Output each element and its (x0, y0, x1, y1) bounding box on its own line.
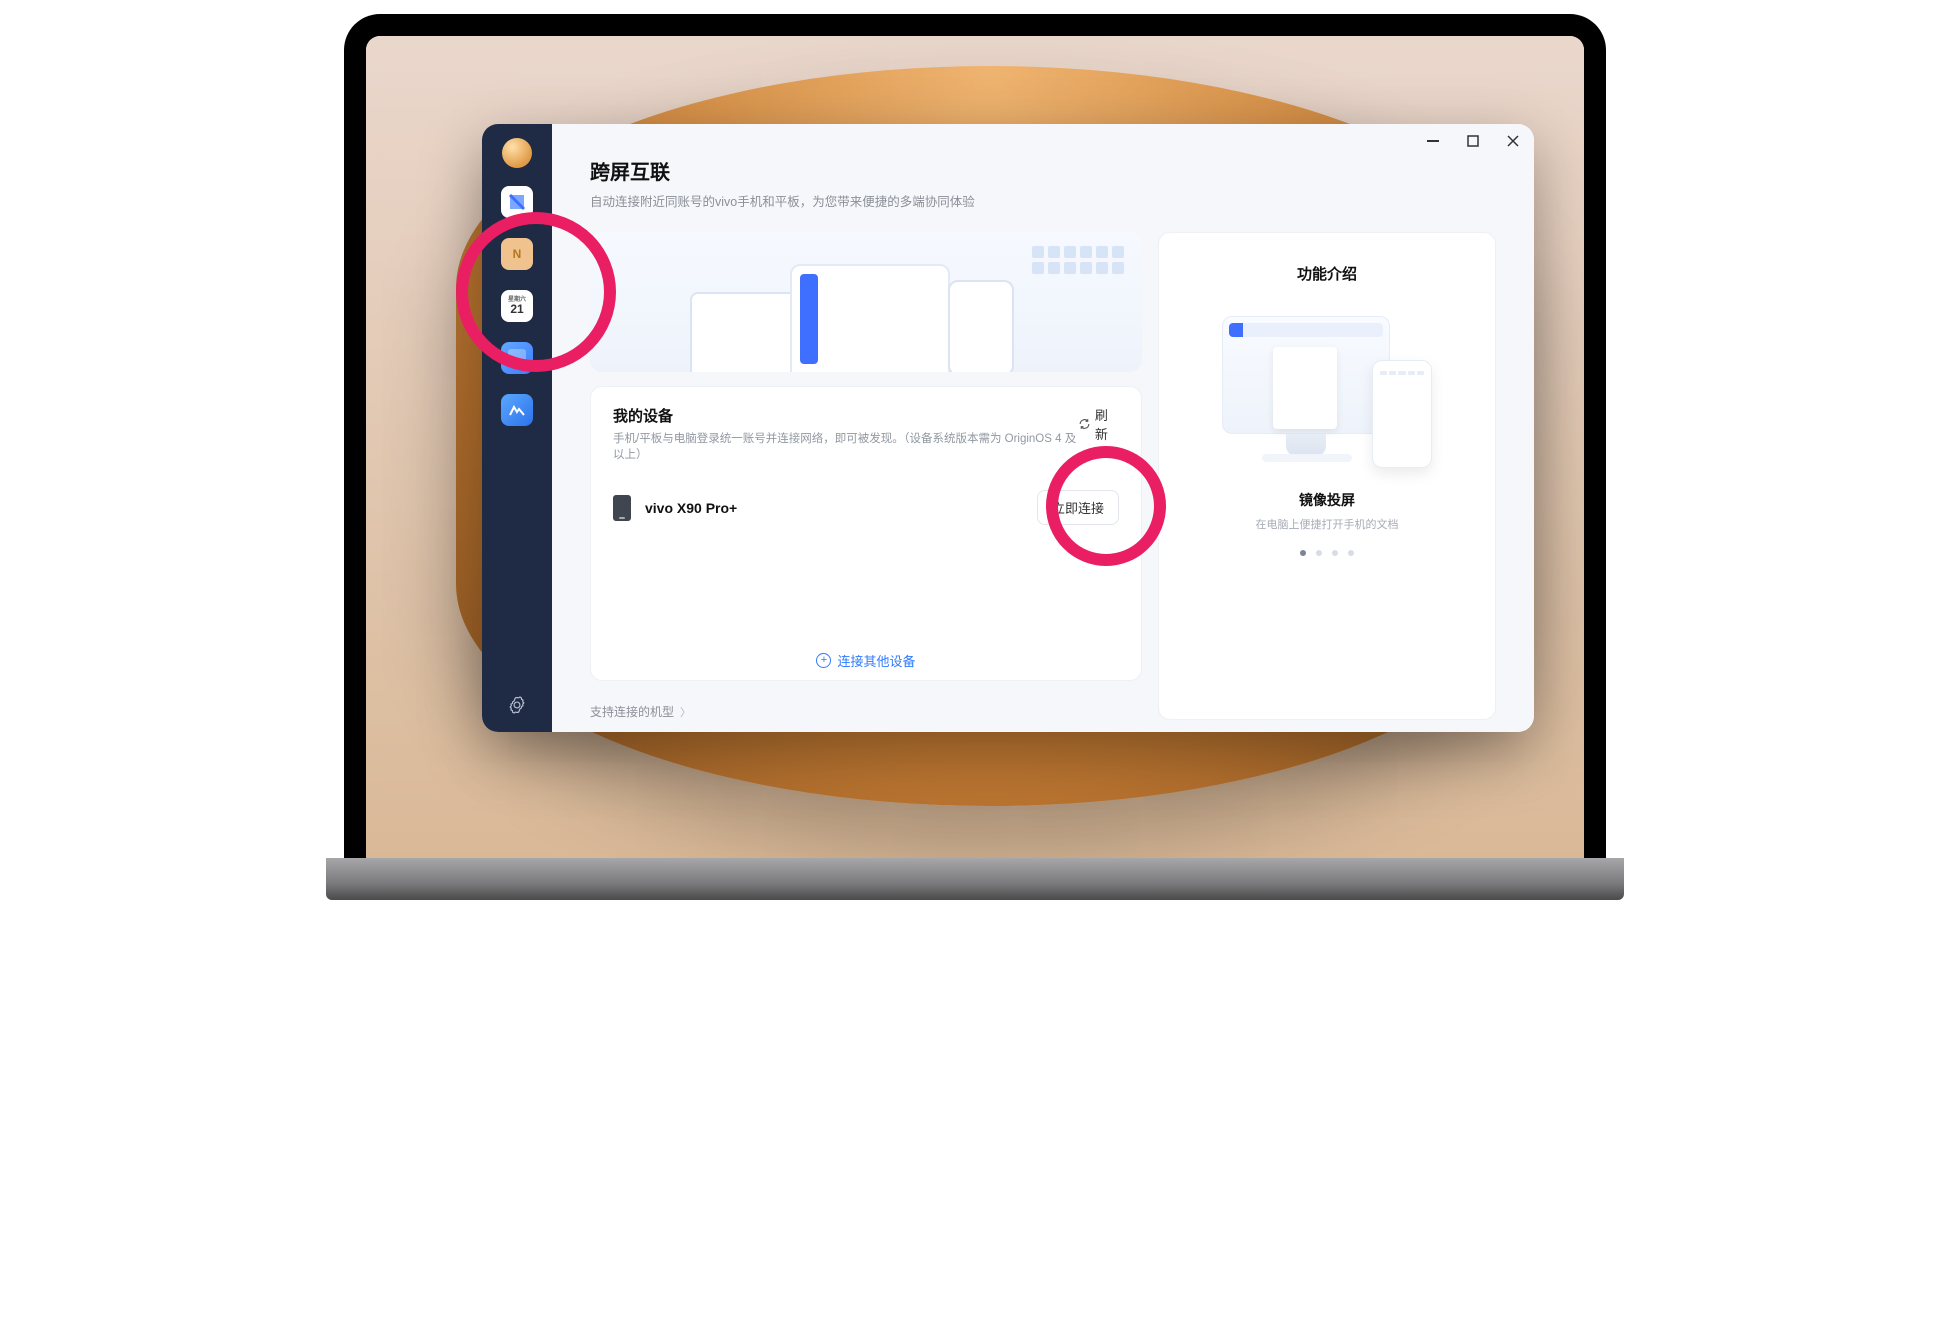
office-icon (508, 401, 526, 419)
hero-illustration (590, 232, 1142, 372)
gear-icon (507, 695, 527, 715)
dot-2[interactable] (1332, 550, 1338, 556)
feature-illustration (1222, 310, 1432, 480)
main-area: 跨屏互联 自动连接附近同账号的vivo手机和平板，为您带来便捷的多端协同体验 (552, 124, 1534, 732)
chevron-right-icon: 〉 (680, 704, 691, 720)
settings-button[interactable] (507, 695, 527, 720)
connect-button[interactable]: 立即连接 (1037, 490, 1119, 525)
supported-models-link[interactable]: 支持连接的机型 〉 (590, 703, 1142, 720)
device-row: vivo X90 Pro+ 立即连接 (613, 490, 1119, 525)
phone-icon (613, 495, 631, 521)
minimize-icon (1427, 135, 1439, 147)
maximize-button[interactable] (1466, 134, 1480, 148)
feature-subtitle: 在电脑上便捷打开手机的文档 (1256, 516, 1399, 532)
sidebar-item-cross-screen[interactable] (501, 186, 533, 218)
devices-subtitle: 手机/平板与电脑登录统一账号并连接网络，即可被发现。（设备系统版本需为 Orig… (613, 430, 1078, 462)
cross-screen-icon (507, 192, 527, 212)
dot-3[interactable] (1348, 550, 1354, 556)
page-title: 跨屏互联 (590, 156, 1496, 185)
carousel-dots[interactable] (1300, 550, 1354, 556)
sidebar-item-gallery[interactable] (501, 342, 533, 374)
feature-title: 镜像投屏 (1299, 490, 1355, 510)
dot-1[interactable] (1316, 550, 1322, 556)
page-subtitle: 自动连接附近同账号的vivo手机和平板，为您带来便捷的多端协同体验 (590, 191, 1496, 210)
maximize-icon (1467, 135, 1479, 147)
avatar[interactable] (502, 138, 532, 168)
supported-models-label: 支持连接的机型 (590, 703, 674, 720)
app-window: N 星期六 21 (482, 124, 1534, 732)
monitor-base (326, 858, 1624, 900)
sidebar-item-notes[interactable]: N (501, 238, 533, 270)
feature-heading: 功能介绍 (1297, 263, 1357, 284)
close-icon (1507, 135, 1519, 147)
refresh-label: 刷新 (1095, 405, 1119, 443)
devices-card: 我的设备 手机/平板与电脑登录统一账号并连接网络，即可被发现。（设备系统版本需为… (590, 386, 1142, 681)
sidebar-item-calendar[interactable]: 星期六 21 (501, 290, 533, 322)
sidebar: N 星期六 21 (482, 124, 552, 732)
devices-title: 我的设备 (613, 405, 1078, 426)
gallery-icon (508, 349, 526, 367)
dot-0[interactable] (1300, 550, 1306, 556)
minimize-button[interactable] (1426, 134, 1440, 148)
refresh-button[interactable]: 刷新 (1078, 405, 1119, 443)
refresh-icon (1078, 417, 1091, 431)
connect-other-devices[interactable]: + 连接其他设备 (613, 635, 1119, 670)
plus-icon: + (816, 653, 831, 668)
device-name: vivo X90 Pro+ (645, 500, 737, 516)
feature-panel: 功能介绍 镜像投屏 在电脑上便捷打开手机的文档 (1158, 232, 1496, 720)
close-button[interactable] (1506, 134, 1520, 148)
calendar-day: 21 (510, 303, 523, 315)
page-header: 跨屏互联 自动连接附近同账号的vivo手机和平板，为您带来便捷的多端协同体验 (590, 156, 1496, 210)
sidebar-item-office[interactable] (501, 394, 533, 426)
connect-other-label: 连接其他设备 (837, 651, 915, 670)
